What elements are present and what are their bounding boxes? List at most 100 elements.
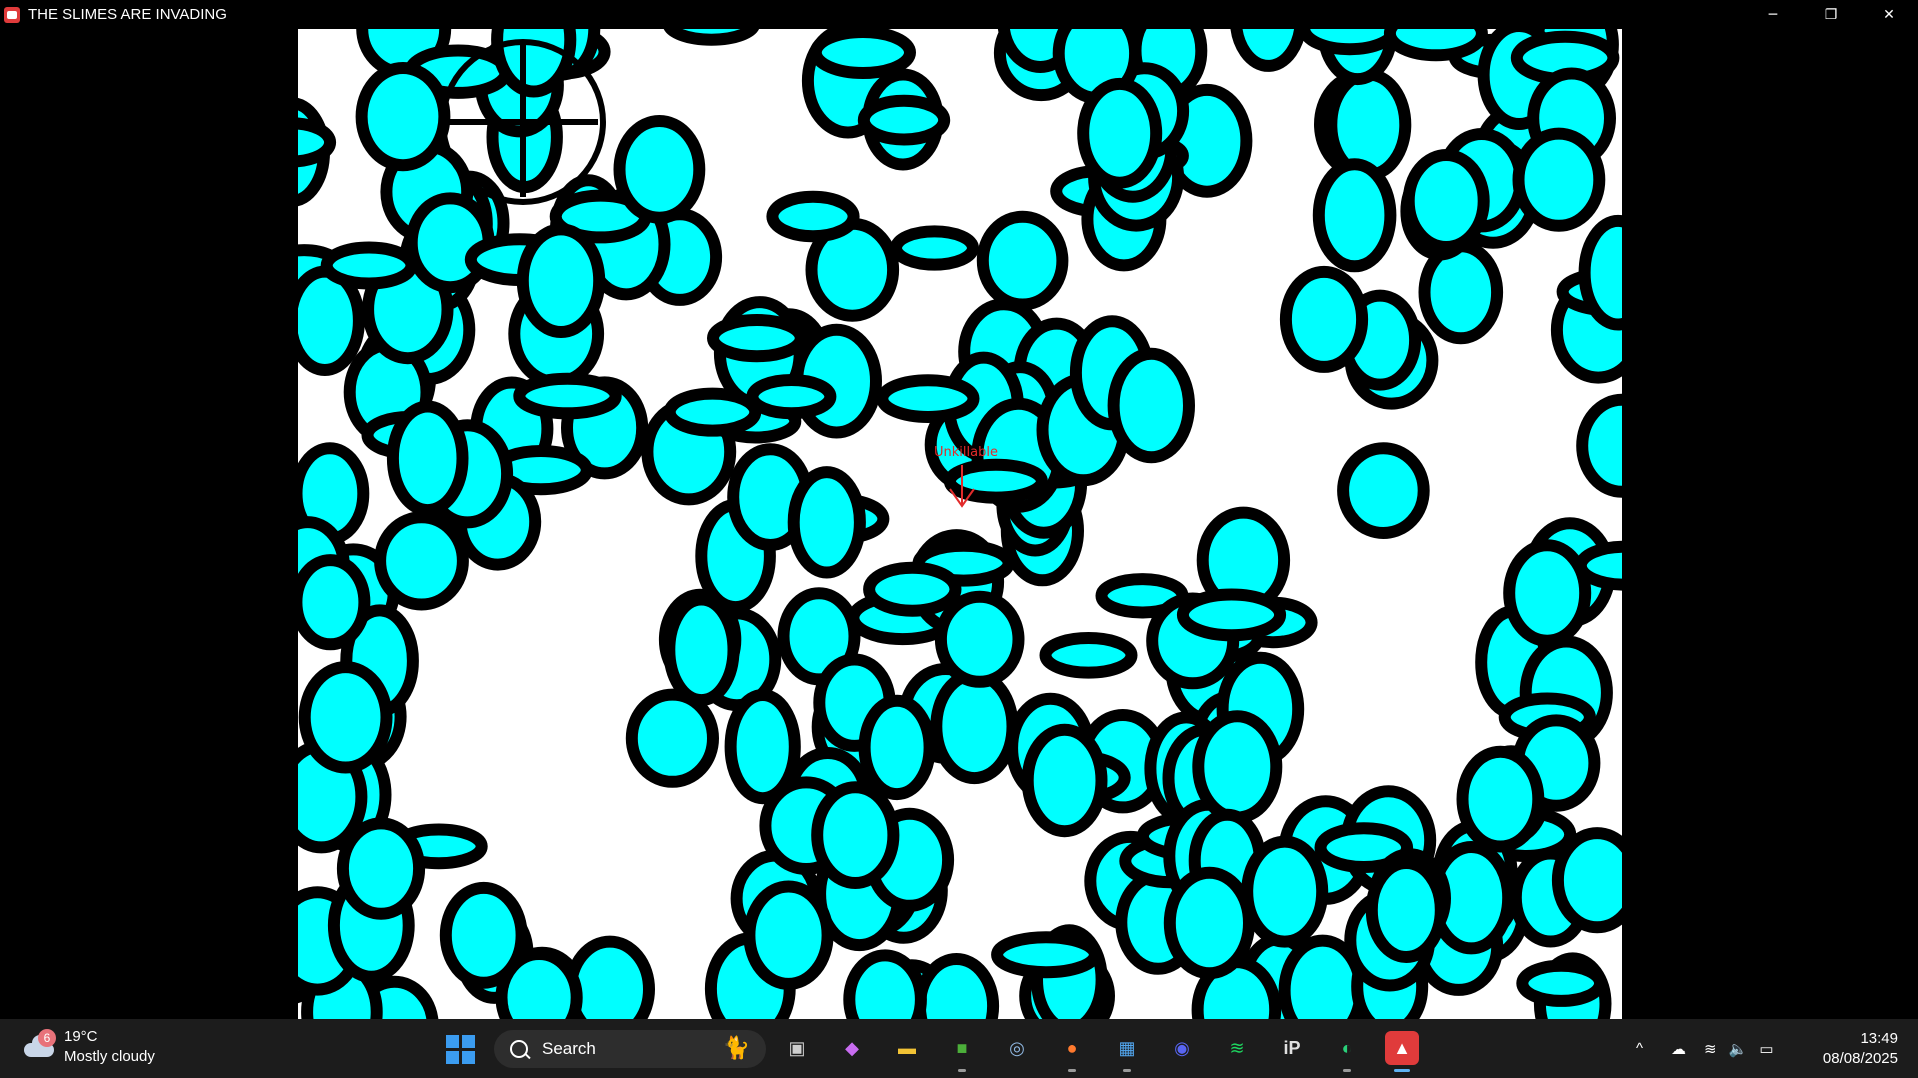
window-title-bar[interactable]: THE SLIMES ARE INVADING ─ ❐ ✕ (0, 0, 1918, 29)
slime-enemy[interactable] (1551, 827, 1622, 934)
spotify-icon[interactable]: ≋ (1220, 1031, 1254, 1065)
slime-enemy[interactable] (1383, 29, 1488, 62)
slime-enemy[interactable] (1192, 710, 1283, 824)
search-label: Search (542, 1039, 596, 1058)
minimize-button[interactable]: ─ (1744, 0, 1802, 29)
slime-enemy[interactable] (513, 372, 622, 420)
weather-badge: 6 (38, 1029, 56, 1047)
slime-enemy[interactable] (663, 29, 759, 46)
slime-enemy[interactable] (1107, 347, 1195, 464)
onedrive-icon[interactable]: ☁ (1671, 1040, 1686, 1058)
slime-enemy[interactable] (355, 62, 451, 172)
slime-enemy[interactable] (1279, 265, 1369, 373)
taskbar: 6 19°C Mostly cloudy Search 🐈 ▣ ◆ ▬ ■ ◎ … (0, 1019, 1918, 1078)
slime-enemy[interactable] (1337, 442, 1430, 540)
firefox-icon[interactable]: ● (1055, 1031, 1089, 1072)
slime-enemy[interactable] (766, 190, 860, 243)
slime-enemy[interactable] (1298, 29, 1401, 56)
game-canvas[interactable]: Unkillable (298, 29, 1622, 1019)
microsoft-store-icon[interactable]: ▦ (1110, 1031, 1144, 1072)
file-explorer-icon[interactable]: ▬ (890, 1031, 924, 1065)
slime-enemy[interactable] (386, 400, 469, 517)
game-app-icon (4, 6, 20, 23)
slime-enemy[interactable] (743, 880, 834, 990)
slime-enemy[interactable] (1574, 540, 1622, 591)
slime-enemy[interactable] (890, 225, 979, 271)
slime-enemy[interactable] (858, 694, 936, 801)
slime-enemy[interactable] (1021, 723, 1108, 838)
slime-enemy[interactable] (1512, 127, 1606, 232)
taskbar-search[interactable]: Search 🐈 (494, 1030, 766, 1068)
slime-enemy[interactable] (298, 117, 337, 168)
slime-enemy[interactable] (564, 935, 655, 1019)
slime-enemy[interactable] (336, 817, 426, 920)
slime-enemy[interactable] (930, 668, 1019, 785)
clock-time: 13:49 (1860, 1030, 1898, 1047)
minecraft-icon[interactable]: ■ (945, 1031, 979, 1072)
slime-enemy[interactable] (613, 114, 706, 224)
slime-enemy[interactable] (787, 466, 866, 579)
slime-enemy[interactable] (1365, 857, 1447, 963)
cat-icon: 🐈 (722, 1035, 750, 1060)
volume-icon[interactable]: 🔈 (1729, 1040, 1748, 1058)
slime-enemy[interactable] (491, 29, 577, 98)
tray-chevron-icon[interactable]: ^ (1636, 1040, 1643, 1057)
task-view-icon[interactable]: ▣ (780, 1031, 814, 1065)
slime-enemy[interactable] (707, 314, 807, 363)
slime-enemy[interactable] (1077, 77, 1163, 189)
slime-enemy[interactable] (1176, 588, 1287, 642)
slime-enemy[interactable] (843, 949, 927, 1019)
slime-enemy[interactable] (1312, 158, 1397, 273)
weather-condition: Mostly cloudy (64, 1048, 155, 1065)
start-button[interactable] (446, 1035, 476, 1065)
steam-icon[interactable]: ◎ (1000, 1031, 1034, 1065)
close-button[interactable]: ✕ (1860, 0, 1918, 29)
maximize-button[interactable]: ❐ (1802, 0, 1860, 29)
slime-enemy[interactable] (298, 554, 371, 651)
slime-enemy[interactable] (863, 561, 962, 617)
slime-enemy[interactable] (913, 953, 1000, 1019)
window-controls: ─ ❐ ✕ (1744, 0, 1918, 29)
slime-enemy[interactable] (934, 590, 1025, 688)
battery-icon[interactable]: ▭ (1759, 1040, 1773, 1058)
slime-enemy[interactable] (876, 374, 980, 424)
slime-enemy[interactable] (1230, 29, 1307, 72)
game-launcher-icon[interactable]: ◐ (1330, 1031, 1364, 1072)
slime-field[interactable] (298, 29, 1622, 1019)
slime-enemy[interactable] (811, 781, 900, 889)
slime-enemy[interactable] (1163, 866, 1256, 980)
slime-enemy[interactable] (1576, 393, 1622, 498)
weather-widget[interactable]: 6 19°C Mostly cloudy (20, 1027, 155, 1067)
slime-enemy[interactable] (374, 511, 469, 611)
slime-enemy[interactable] (746, 374, 837, 420)
slimes-game-taskbar-icon[interactable]: ▲ (1385, 1031, 1419, 1072)
copilot-icon[interactable]: ◆ (835, 1031, 869, 1065)
slime-enemy[interactable] (1402, 149, 1490, 253)
slime-enemy[interactable] (298, 661, 393, 774)
slime-enemy[interactable] (1503, 539, 1592, 647)
slime-enemy[interactable] (439, 881, 528, 989)
slime-enemy[interactable] (1325, 68, 1412, 181)
system-tray: ^ ☁ ≋ 🔈 ▭ (1636, 1019, 1774, 1078)
slime-enemy[interactable] (663, 387, 762, 437)
slime-enemy[interactable] (857, 94, 951, 146)
slime-enemy[interactable] (943, 458, 1048, 504)
slime-enemy[interactable] (663, 593, 740, 707)
slime-enemy[interactable] (516, 223, 606, 338)
slime-enemy[interactable] (991, 931, 1101, 979)
slime-enemy[interactable] (320, 241, 418, 290)
taskbar-clock[interactable]: 13:49 08/08/2025 (1823, 1029, 1898, 1069)
slime-enemy[interactable] (1516, 959, 1607, 1007)
slime-enemy[interactable] (1578, 214, 1622, 331)
ip-app-icon[interactable]: iP (1275, 1031, 1309, 1065)
slime-enemy[interactable] (625, 688, 719, 788)
slime-enemy[interactable] (1456, 745, 1545, 853)
slime-enemy[interactable] (1241, 835, 1329, 948)
discord-icon[interactable]: ◉ (1165, 1031, 1199, 1065)
slime-enemy[interactable] (1039, 632, 1138, 679)
slime-enemy[interactable] (809, 29, 916, 79)
window-title: THE SLIMES ARE INVADING (28, 6, 227, 23)
slime-enemy[interactable] (976, 210, 1069, 311)
wifi-icon[interactable]: ≋ (1704, 1040, 1717, 1058)
search-icon (510, 1040, 528, 1058)
